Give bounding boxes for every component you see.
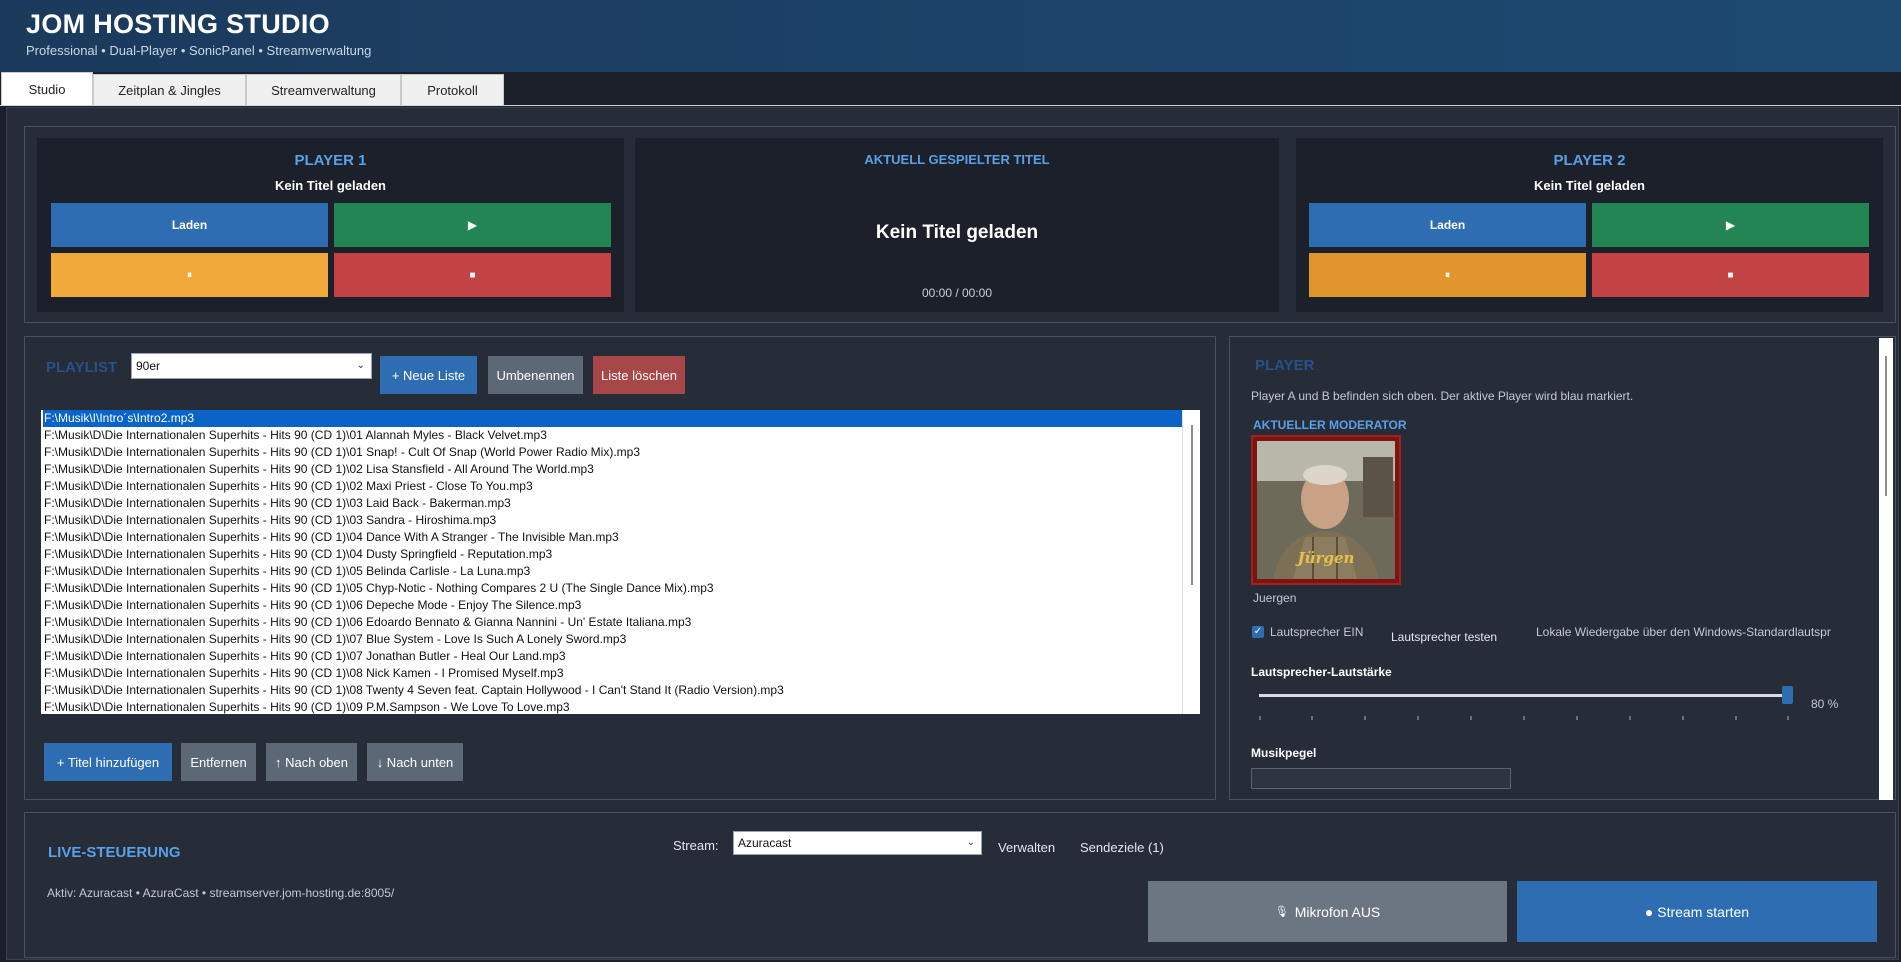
player1-load-button[interactable]: Laden xyxy=(51,203,328,247)
remove-track-button[interactable]: Entfernen xyxy=(181,743,256,781)
player1-play-button[interactable]: ▶ xyxy=(334,203,611,247)
playlist-item[interactable]: F:\Musik\D\Die Internationalen Superhits… xyxy=(43,682,784,699)
move-up-button[interactable]: ↑ Nach oben xyxy=(266,743,357,781)
moderator-photo: Jürgen xyxy=(1251,435,1401,585)
now-playing-title: AKTUELL GESPIELTER TITEL xyxy=(864,152,1050,167)
player2-play-button[interactable]: ▶ xyxy=(1592,203,1869,247)
speaker-checkbox[interactable]: ✓ xyxy=(1252,626,1264,638)
now-playing-time: 00:00 / 00:00 xyxy=(921,286,993,300)
active-stream-info: Aktiv: Azuracast • AzuraCast • streamser… xyxy=(47,886,395,900)
playlist-item[interactable]: F:\Musik\D\Die Internationalen Superhits… xyxy=(43,648,566,665)
music-level-meter xyxy=(1251,768,1511,789)
play-icon: ▶ xyxy=(1725,218,1736,232)
send-targets-button[interactable]: Sendeziele (1) xyxy=(1080,840,1164,855)
player2-pause-button[interactable]: ⏸ xyxy=(1309,253,1586,297)
player2-load-button[interactable]: Laden xyxy=(1309,203,1586,247)
rename-list-button[interactable]: Umbenennen xyxy=(488,356,583,394)
playlist-item[interactable]: F:\Musik\D\Die Internationalen Superhits… xyxy=(43,563,530,580)
app-header: JOM HOSTING STUDIO Professional • Dual-P… xyxy=(0,0,1901,72)
app-title: JOM HOSTING STUDIO xyxy=(26,9,330,39)
app-subtitle: Professional • Dual-Player • SonicPanel … xyxy=(26,43,372,58)
playlist-item[interactable]: F:\Musik\D\Die Internationalen Superhits… xyxy=(43,631,626,648)
player1-title: PLAYER 1 xyxy=(294,152,367,169)
player2-track: Kein Titel geladen xyxy=(1533,178,1645,193)
player2-stop-button[interactable]: ■ xyxy=(1592,253,1869,297)
play-icon: ▶ xyxy=(467,218,478,232)
playlist-item[interactable]: F:\Musik\D\Die Internationalen Superhits… xyxy=(43,614,691,631)
player-panel-scrollbar[interactable] xyxy=(1879,338,1893,800)
playlist-item[interactable]: F:\Musik\D\Die Internationalen Superhits… xyxy=(43,546,552,563)
player1-stop-button[interactable]: ■ xyxy=(334,253,611,297)
playlist-item[interactable]: F:\Musik\D\Die Internationalen Superhits… xyxy=(43,427,547,444)
playlist-item[interactable]: F:\Musik\D\Die Internationalen Superhits… xyxy=(43,699,570,714)
playlist-item[interactable]: F:\Musik\D\Die Internationalen Superhits… xyxy=(43,512,496,529)
microphone-button[interactable]: 🎙 Mikrofon AUS xyxy=(1148,881,1507,942)
music-level-label: Musikpegel xyxy=(1251,746,1317,760)
playlist-item[interactable]: F:\Musik\D\Die Internationalen Superhits… xyxy=(43,665,564,682)
moderator-photo-caption: Jürgen xyxy=(1297,549,1355,567)
tab-schedule[interactable]: Zeitplan & Jingles xyxy=(93,74,246,105)
stream-select-value: Azuracast xyxy=(738,836,792,850)
playlist-select[interactable]: 90er ⌄ xyxy=(131,353,372,379)
pause-icon: ⏸ xyxy=(1445,269,1450,281)
now-playing-track: Kein Titel geladen xyxy=(875,222,1039,243)
player-panel-info: Player A und B befinden sich oben. Der a… xyxy=(1251,389,1634,403)
volume-value: 80 % xyxy=(1811,697,1839,711)
tab-studio[interactable]: Studio xyxy=(1,72,93,105)
playlist-select-value: 90er xyxy=(136,359,161,373)
player1-pause-button[interactable]: ⏸ xyxy=(51,253,328,297)
playlist-title: PLAYLIST xyxy=(46,359,118,376)
speaker-test-button[interactable]: Lautsprecher testen xyxy=(1391,630,1497,644)
pause-icon: ⏸ xyxy=(187,269,192,281)
add-track-button[interactable]: + Titel hinzufügen xyxy=(44,743,172,781)
chevron-down-icon: ⌄ xyxy=(966,836,975,848)
tab-log[interactable]: Protokoll xyxy=(401,74,504,105)
playlist-item[interactable]: F:\Musik\D\Die Internationalen Superhits… xyxy=(43,597,581,614)
volume-label: Lautsprecher-Lautstärke xyxy=(1251,665,1392,679)
delete-list-button[interactable]: Liste löschen xyxy=(593,356,685,394)
playlist-item[interactable]: F:\Musik\D\Die Internationalen Superhits… xyxy=(43,461,594,478)
playlist-item[interactable]: F:\Musik\I\Intro´s\Intro2.mp3 xyxy=(43,410,1183,427)
live-title: LIVE-STEUERUNG xyxy=(48,844,181,861)
player2-title: PLAYER 2 xyxy=(1553,152,1626,169)
player-panel-scroll-thumb[interactable] xyxy=(1885,356,1887,496)
move-down-button[interactable]: ↓ Nach unten xyxy=(367,743,463,781)
playlist-listbox[interactable]: F:\Musik\I\Intro´s\Intro2.mp3 F:\Musik\D\… xyxy=(41,410,1200,714)
tab-bar: Studio Zeitplan & Jingles Streamverwaltu… xyxy=(0,72,1901,106)
speaker-label: Lautsprecher EIN xyxy=(1270,625,1364,639)
volume-slider-track[interactable] xyxy=(1259,694,1789,697)
tab-streams[interactable]: Streamverwaltung xyxy=(246,74,401,105)
now-playing-panel: AKTUELL GESPIELTER TITEL Kein Titel gela… xyxy=(635,138,1279,312)
volume-slider-ticks xyxy=(1259,707,1789,720)
manage-streams-button[interactable]: Verwalten xyxy=(998,840,1055,855)
playlist-scroll-thumb[interactable] xyxy=(1191,425,1193,585)
playlist-item[interactable]: F:\Musik\D\Die Internationalen Superhits… xyxy=(43,529,619,546)
start-stream-button[interactable]: ● Stream starten xyxy=(1517,881,1877,942)
playlist-scrollbar[interactable] xyxy=(1182,410,1200,714)
local-playback-text: Lokale Wiedergabe über den Windows-Stand… xyxy=(1536,625,1831,639)
playlist-item[interactable]: F:\Musik\D\Die Internationalen Superhits… xyxy=(43,495,511,512)
stop-icon: ■ xyxy=(469,269,476,281)
player1-track: Kein Titel geladen xyxy=(274,178,386,193)
chevron-down-icon: ⌄ xyxy=(356,359,365,371)
stream-label: Stream: xyxy=(673,838,719,853)
stream-select[interactable]: Azuracast ⌄ xyxy=(733,831,982,855)
moderator-title: AKTUELLER MODERATOR xyxy=(1253,418,1407,432)
volume-slider-handle[interactable] xyxy=(1782,686,1793,704)
playlist-item[interactable]: F:\Musik\D\Die Internationalen Superhits… xyxy=(43,478,533,495)
stop-icon: ■ xyxy=(1727,269,1734,281)
player-panel-title: PLAYER xyxy=(1255,357,1315,374)
new-list-button[interactable]: + Neue Liste xyxy=(380,356,477,394)
microphone-label: Mikrofon AUS xyxy=(1294,903,1381,920)
playlist-item[interactable]: F:\Musik\D\Die Internationalen Superhits… xyxy=(43,580,714,597)
moderator-name: Juergen xyxy=(1253,591,1297,605)
playlist-item[interactable]: F:\Musik\D\Die Internationalen Superhits… xyxy=(43,444,640,461)
microphone-icon: 🎙 xyxy=(1274,906,1289,918)
